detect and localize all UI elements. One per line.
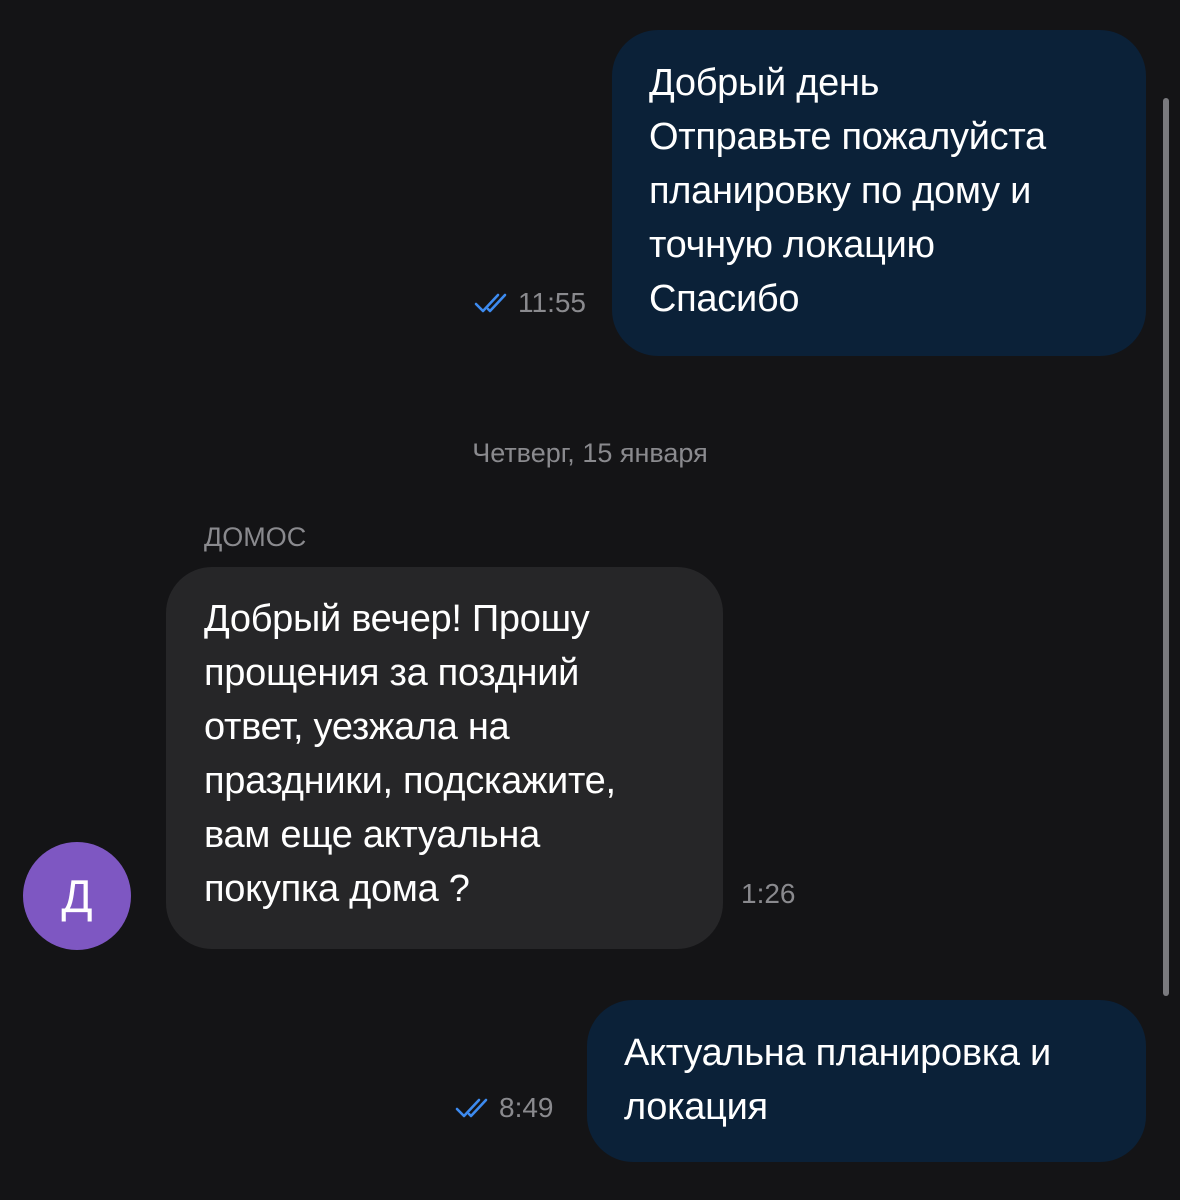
message-time: 1:26 — [741, 878, 796, 909]
scrollbar[interactable] — [1163, 98, 1169, 996]
message-text-line: локация — [624, 1086, 768, 1128]
message-text-line: точную локацию — [649, 224, 935, 266]
message-text-line: ответ, уезжала на — [204, 706, 510, 748]
message-meta: 8:49 — [455, 1092, 554, 1124]
avatar[interactable]: Д — [23, 842, 131, 950]
message-time: 8:49 — [499, 1092, 554, 1123]
read-double-check-icon — [474, 293, 507, 313]
message-text-line: Актуальна планировка и — [624, 1032, 1051, 1074]
incoming-message-bubble[interactable]: Добрый вечер! Прошу прощения за поздний … — [166, 567, 723, 949]
message-text-line: Отправьте пожалуйста — [649, 116, 1046, 158]
message-text-line: вам еще актуальна — [204, 814, 540, 856]
message-text-line: Добрый день — [649, 62, 880, 104]
sender-name: ДОМОС — [204, 522, 307, 552]
message-meta: 11:55 — [474, 287, 586, 319]
message-text-line: планировку по дому и — [649, 170, 1032, 212]
read-double-check-icon — [455, 1098, 488, 1118]
message-text-line: Спасибо — [649, 278, 800, 320]
outgoing-message-bubble[interactable]: Добрый день Отправьте пожалуйста планиро… — [612, 30, 1146, 356]
message-text-line: праздники, подскажите, — [204, 760, 616, 802]
message-text-line: прощения за поздний — [204, 652, 580, 694]
message-text-line: покупка дома ? — [204, 868, 470, 910]
message-meta: 1:26 — [741, 878, 796, 910]
message-time: 11:55 — [518, 287, 586, 318]
message-text-line: Добрый вечер! Прошу — [204, 598, 590, 640]
date-separator: Четверг, 15 января — [472, 438, 708, 468]
outgoing-message-bubble[interactable]: Актуальна планировка и локация — [587, 1000, 1146, 1162]
